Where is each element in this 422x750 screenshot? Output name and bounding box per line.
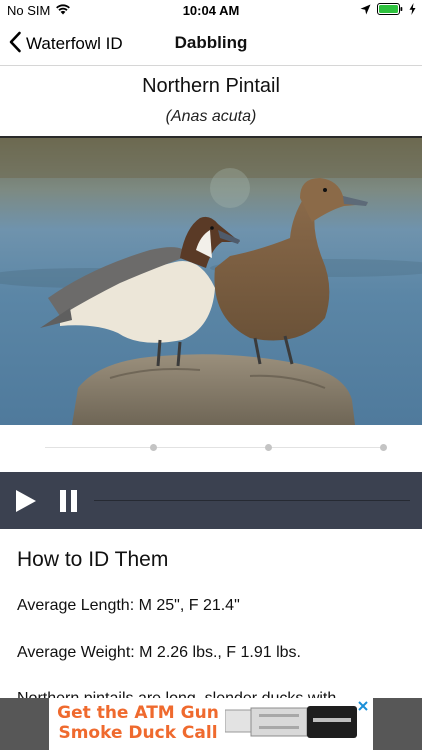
play-button[interactable] — [15, 489, 37, 513]
status-right — [360, 3, 416, 18]
ad-headline[interactable]: Get the ATM Gun Smoke Duck Call — [53, 703, 223, 743]
ad-content[interactable]: Get the ATM Gun Smoke Duck Call — [49, 698, 373, 750]
gallery-page-track — [45, 447, 385, 448]
ad-line-2: Smoke Duck Call — [58, 723, 218, 743]
location-arrow-icon — [360, 3, 371, 18]
duck-call-image — [224, 706, 361, 744]
average-length-text: Average Length: M 25", F 21.4" — [17, 597, 240, 614]
audio-progress-bar[interactable] — [94, 500, 410, 501]
gallery-page-dot[interactable] — [265, 444, 272, 451]
status-time: 10:04 AM — [182, 3, 240, 18]
bird-photo[interactable] — [0, 138, 422, 425]
ad-banner[interactable]: Get the ATM Gun Smoke Duck Call — [0, 698, 422, 750]
page-title: Dabbling — [174, 33, 248, 52]
battery-icon — [377, 3, 403, 18]
species-common-name: Northern Pintail — [142, 75, 280, 97]
pause-button[interactable] — [58, 489, 80, 513]
status-bar: No SIM 10:04 AM — [0, 0, 422, 22]
average-weight-text: Average Weight: M 2.26 lbs., F 1.91 lbs. — [17, 644, 301, 661]
section-heading: How to ID Them — [17, 548, 169, 571]
play-icon — [16, 490, 36, 512]
ad-line-1: Get the ATM Gun — [57, 703, 219, 723]
gallery-page-dot[interactable] — [150, 444, 157, 451]
ad-close-icon[interactable] — [357, 699, 369, 711]
gallery-page-dot[interactable] — [380, 444, 387, 451]
pause-icon — [60, 490, 77, 512]
audio-player — [0, 472, 422, 529]
charging-bolt-icon — [409, 3, 416, 18]
species-latin-name: (Anas acuta) — [165, 108, 257, 125]
navigation-bar: Waterfowl ID Dabbling — [0, 22, 422, 66]
